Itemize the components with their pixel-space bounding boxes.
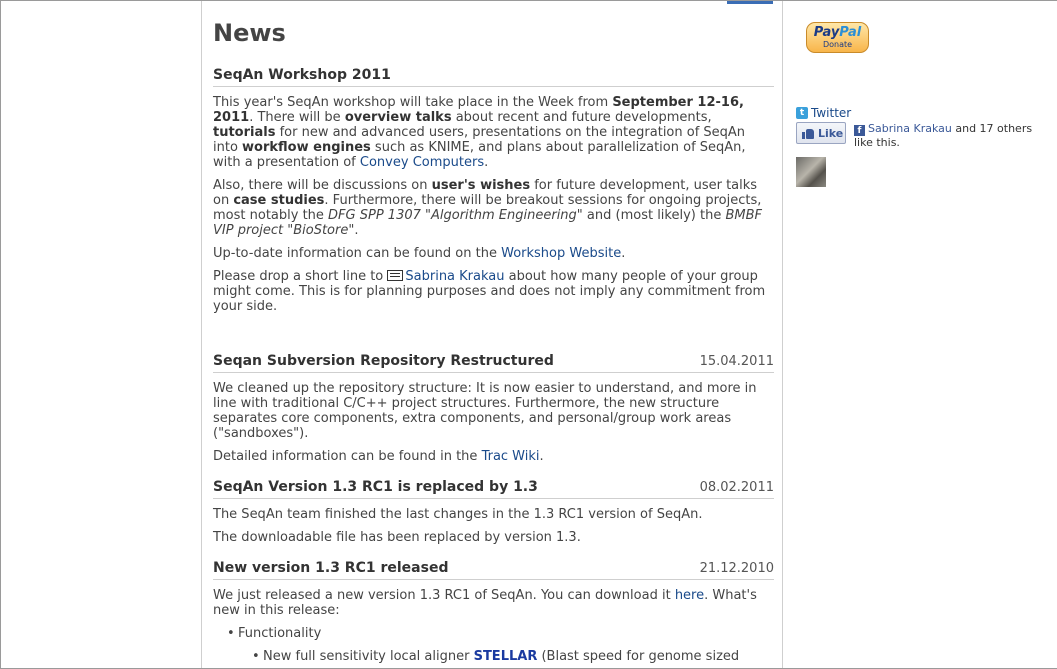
facebook-user-link[interactable]: Sabrina Krakau bbox=[868, 122, 952, 135]
paypal-word-pay: Pay bbox=[813, 25, 840, 40]
left-gutter bbox=[2, 1, 202, 668]
browser-viewport: News SeqAn Workshop 2011 This year's Seq… bbox=[0, 0, 1057, 669]
text: We just released a new version 1.3 RC1 o… bbox=[213, 588, 675, 603]
news-paragraph: This year's SeqAn workshop will take pla… bbox=[213, 95, 774, 170]
news-body: We cleaned up the repository structure: … bbox=[213, 381, 774, 464]
news-body: This year's SeqAn workshop will take pla… bbox=[213, 95, 774, 314]
news-date: 08.02.2011 bbox=[699, 480, 774, 495]
facebook-icon: f bbox=[854, 125, 865, 136]
bold-text: user's wishes bbox=[431, 178, 531, 193]
text: . bbox=[621, 246, 626, 261]
news-title: SeqAn Workshop 2011 bbox=[213, 67, 391, 83]
text: Detailed information can be found in the bbox=[213, 449, 482, 464]
text: . bbox=[354, 223, 359, 238]
text: . bbox=[539, 449, 544, 464]
bold-text: overview talks bbox=[344, 110, 452, 125]
news-item-svn-restructured: Seqan Subversion Repository Restructured… bbox=[213, 353, 774, 472]
page-title: News bbox=[213, 19, 286, 47]
like-label: Like bbox=[818, 126, 844, 140]
thumbs-up-icon bbox=[802, 128, 815, 139]
text: Also, there will be discussions on bbox=[213, 178, 432, 193]
feature-list: Functionality New full sensitivity local… bbox=[227, 626, 774, 664]
news-paragraph: Also, there will be discussions on user'… bbox=[213, 178, 774, 238]
news-title: New version 1.3 RC1 released bbox=[213, 560, 449, 576]
nav-tab-stub[interactable] bbox=[727, 1, 773, 4]
text: about recent and future developments, bbox=[451, 110, 712, 125]
facebook-like-button[interactable]: Like bbox=[796, 122, 846, 144]
donate-label: Donate bbox=[822, 40, 853, 49]
news-date: 15.04.2011 bbox=[699, 354, 774, 369]
facebook-likes-text: f Sabrina Krakau and 17 others like this. bbox=[854, 122, 1054, 150]
text: Up-to-date information can be found on t… bbox=[213, 246, 502, 261]
text: and (most likely) the bbox=[582, 208, 726, 223]
paypal-donate-button[interactable]: PayPal Donate bbox=[806, 22, 869, 53]
news-body: The SeqAn team finished the last changes… bbox=[213, 507, 774, 545]
italic-text: DFG SPP 1307 "Algorithm Engineering" bbox=[328, 208, 583, 223]
list-item-label: Functionality bbox=[238, 626, 322, 641]
avatar[interactable] bbox=[796, 157, 826, 187]
workshop-website-link[interactable]: Workshop Website bbox=[501, 246, 621, 261]
news-header: SeqAn Version 1.3 RC1 is replaced by 1.3… bbox=[213, 479, 774, 499]
news-paragraph: The downloadable file has been replaced … bbox=[213, 530, 581, 545]
text: . bbox=[484, 155, 489, 170]
news-paragraph: The SeqAn team finished the last changes… bbox=[213, 507, 703, 522]
news-item-version-1-3: SeqAn Version 1.3 RC1 is replaced by 1.3… bbox=[213, 479, 774, 553]
news-item-rc1-released: New version 1.3 RC1 released 21.12.2010 … bbox=[213, 560, 774, 668]
list-item: Functionality New full sensitivity local… bbox=[227, 626, 774, 664]
feature-sublist: New full sensitivity local aligner STELL… bbox=[252, 649, 774, 664]
news-paragraph: Detailed information can be found in the… bbox=[213, 449, 774, 464]
download-here-link[interactable]: here bbox=[675, 588, 704, 603]
convey-computers-link[interactable]: Convey Computers bbox=[360, 155, 484, 170]
paypal-word-pal: Pal bbox=[839, 25, 862, 40]
text: Please drop a short line to bbox=[213, 269, 388, 284]
paypal-logo: PayPal bbox=[807, 25, 868, 40]
news-paragraph: We just released a new version 1.3 RC1 o… bbox=[213, 588, 774, 618]
news-header: New version 1.3 RC1 released 21.12.2010 bbox=[213, 560, 774, 580]
news-paragraph: We cleaned up the repository structure: … bbox=[213, 381, 757, 441]
bold-text: tutorials bbox=[213, 125, 276, 140]
sidebar: PayPal Donate t Twitter Like f Sabrina Kr… bbox=[784, 1, 1057, 668]
main-content: News SeqAn Workshop 2011 This year's Seq… bbox=[203, 1, 783, 668]
list-item: New full sensitivity local aligner STELL… bbox=[252, 649, 774, 664]
news-item-workshop: SeqAn Workshop 2011 This year's SeqAn wo… bbox=[213, 67, 774, 322]
text: . There will be bbox=[249, 110, 345, 125]
news-date: 21.12.2010 bbox=[699, 561, 774, 576]
news-header: SeqAn Workshop 2011 bbox=[213, 67, 774, 87]
mail-icon bbox=[387, 270, 404, 281]
news-header: Seqan Subversion Repository Restructured… bbox=[213, 353, 774, 373]
news-title: SeqAn Version 1.3 RC1 is replaced by 1.3 bbox=[213, 479, 538, 495]
sabrina-krakau-mail-link[interactable]: Sabrina Krakau bbox=[405, 269, 504, 284]
text: This year's SeqAn workshop will take pla… bbox=[213, 95, 613, 110]
twitter-label[interactable]: Twitter bbox=[811, 106, 851, 120]
stellar-link[interactable]: STELLAR bbox=[474, 649, 538, 664]
news-title: Seqan Subversion Repository Restructured bbox=[213, 353, 554, 369]
text: New full sensitivity local aligner bbox=[263, 649, 474, 664]
trac-wiki-link[interactable]: Trac Wiki bbox=[482, 449, 540, 464]
news-paragraph: Please drop a short line to Sabrina Krak… bbox=[213, 269, 774, 314]
news-body: We just released a new version 1.3 RC1 o… bbox=[213, 588, 774, 664]
bold-text: workflow engines bbox=[242, 140, 371, 155]
bold-text: case studies bbox=[233, 193, 325, 208]
news-paragraph: Up-to-date information can be found on t… bbox=[213, 246, 774, 261]
twitter-icon: t bbox=[796, 107, 808, 119]
text: (Blast speed for genome sized bbox=[537, 649, 740, 664]
twitter-link[interactable]: t Twitter bbox=[796, 106, 851, 120]
